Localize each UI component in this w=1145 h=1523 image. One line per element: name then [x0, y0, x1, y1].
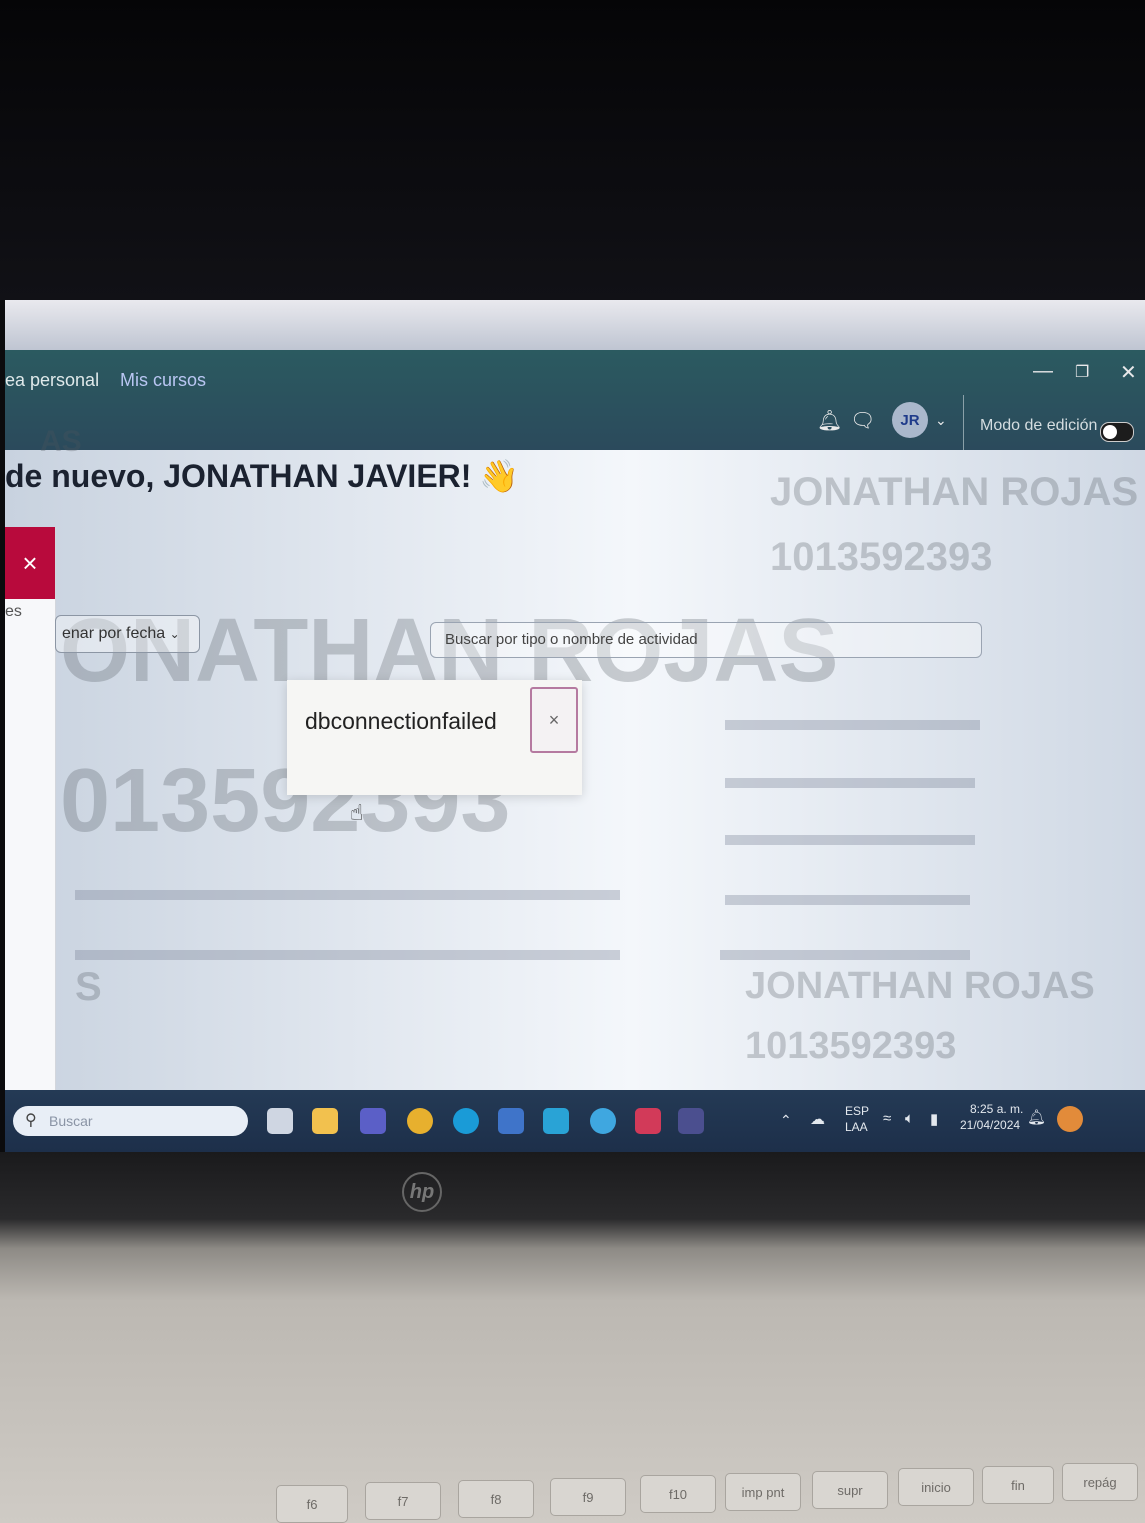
watermark-name-bottom: JONATHAN ROJAS	[745, 965, 1095, 1007]
drawer-text-fragment: es	[5, 603, 22, 620]
clock-date[interactable]: 21/04/2024	[960, 1118, 1020, 1132]
laptop-bezel-top	[0, 0, 1145, 300]
nav-link-personal-area[interactable]: ea personal	[5, 370, 99, 391]
mcafee-icon[interactable]	[635, 1108, 661, 1134]
search-icon: ⚲	[25, 1112, 37, 1129]
avatar[interactable]: JR	[892, 402, 928, 438]
watermark-id-top: 1013592393	[770, 535, 993, 579]
key-inicio: inicio	[898, 1468, 974, 1506]
toast-message: dbconnectionfailed	[305, 708, 497, 734]
app-k-icon[interactable]	[678, 1108, 704, 1134]
key-f7: f7	[365, 1482, 441, 1520]
browser-titlebar	[5, 300, 1145, 350]
side-drawer: × es	[5, 527, 56, 1099]
speaker-icon[interactable]: 🔈︎	[905, 1110, 914, 1127]
toast-close-button[interactable]: ×	[530, 687, 578, 753]
taskbar-search-placeholder: Buscar	[49, 1113, 93, 1129]
wifi-icon[interactable]: ≈	[883, 1110, 891, 1127]
key-imp-pnt: imp pnt	[725, 1473, 801, 1511]
error-toast: dbconnectionfailed ×	[287, 680, 582, 795]
key-fin: fin	[982, 1466, 1054, 1504]
watermark-fragment-bottom: S	[75, 965, 102, 1009]
site-navbar	[5, 350, 1145, 450]
greeting-text: de nuevo, JONATHAN JAVIER!	[5, 458, 472, 494]
close-icon: ×	[22, 547, 38, 578]
edit-mode-label: Modo de edición	[980, 417, 1098, 434]
cloud-icon[interactable]: ☁	[810, 1110, 825, 1128]
skeleton-line	[725, 778, 975, 788]
close-icon: ×	[548, 709, 560, 730]
watermark-fragment-top: AS	[40, 425, 82, 458]
skeleton-line	[75, 890, 620, 900]
laptop-screen: JONATHAN ROJAS 1013592393 ONATHAN ROJAS …	[5, 300, 1145, 1152]
chevron-up-icon[interactable]: ⌃	[780, 1112, 792, 1129]
watermark-id-bottom: 1013592393	[745, 1025, 957, 1067]
chevron-down-icon: ⌄	[169, 627, 180, 641]
page-title: de nuevo, JONATHAN JAVIER! 👋	[5, 457, 519, 495]
teams-icon[interactable]	[360, 1108, 386, 1134]
waving-hand-icon: 👋	[479, 458, 520, 494]
file-explorer-icon[interactable]	[312, 1108, 338, 1134]
mylo-icon[interactable]	[543, 1108, 569, 1134]
edit-mode-toggle[interactable]	[1100, 422, 1134, 442]
key-f10: f10	[640, 1475, 716, 1513]
help-icon[interactable]	[590, 1108, 616, 1134]
task-view-icon[interactable]	[267, 1108, 293, 1134]
chevron-down-icon[interactable]: ⌄	[935, 412, 947, 429]
sort-label: enar por fecha	[62, 625, 166, 642]
edge-icon[interactable]	[453, 1108, 479, 1134]
key-repag: repág	[1062, 1463, 1138, 1501]
windows-taskbar: Buscar ⚲ ⌃ ☁ ESP LAA ≈ 🔈︎ ▮ 8:25 a. m. 2…	[5, 1090, 1145, 1152]
store-icon[interactable]	[498, 1108, 524, 1134]
drawer-close-button[interactable]: ×	[5, 527, 55, 599]
sort-by-date-dropdown[interactable]: enar por fecha ⌄	[55, 615, 200, 653]
bell-icon[interactable]: 🔔︎	[817, 408, 842, 433]
skeleton-line	[725, 895, 970, 905]
close-window-icon[interactable]: ✕	[1120, 360, 1137, 385]
navbar-divider	[963, 395, 964, 450]
notification-bell-icon[interactable]: 🔔︎	[1027, 1108, 1046, 1126]
laptop-body	[0, 1152, 1145, 1523]
nav-link-my-courses[interactable]: Mis cursos	[120, 370, 206, 391]
chat-icon[interactable]: 🗨︎	[850, 408, 875, 433]
skeleton-line	[725, 720, 980, 730]
activity-search-input[interactable]: Buscar por tipo o nombre de actividad	[430, 622, 982, 658]
activity-search-placeholder: Buscar por tipo o nombre de actividad	[445, 631, 698, 648]
chrome-icon[interactable]	[407, 1108, 433, 1134]
minimize-icon[interactable]: —	[1033, 360, 1053, 383]
copilot-icon[interactable]	[1057, 1106, 1083, 1132]
battery-icon[interactable]: ▮	[930, 1110, 938, 1128]
watermark-name-top: JONATHAN ROJAS	[770, 470, 1139, 514]
taskbar-search-input[interactable]: Buscar	[13, 1106, 248, 1136]
language-bottom[interactable]: LAA	[845, 1120, 868, 1134]
hand-cursor-icon: ☝︎	[350, 800, 364, 825]
skeleton-line	[725, 835, 975, 845]
hp-logo-icon: hp	[402, 1172, 442, 1212]
restore-icon[interactable]: ❐	[1075, 362, 1089, 382]
key-f9: f9	[550, 1478, 626, 1516]
key-f6: f6	[276, 1485, 348, 1523]
clock-time[interactable]: 8:25 a. m.	[970, 1102, 1023, 1116]
language-top[interactable]: ESP	[845, 1104, 869, 1118]
key-f8: f8	[458, 1480, 534, 1518]
key-supr: supr	[812, 1471, 888, 1509]
skeleton-line	[720, 950, 970, 960]
skeleton-line	[75, 950, 620, 960]
